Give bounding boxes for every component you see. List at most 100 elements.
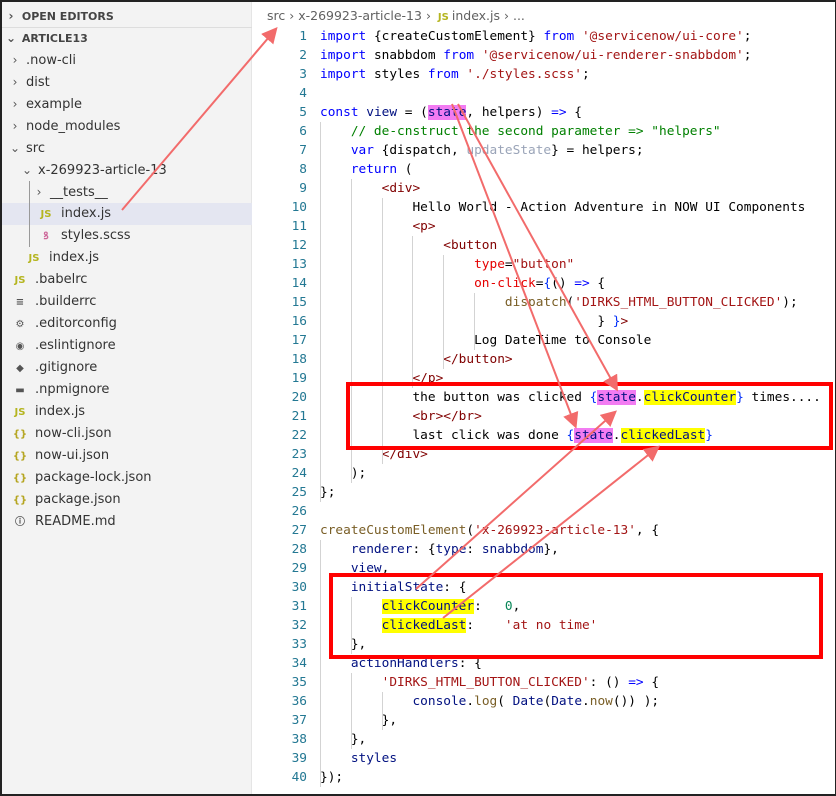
code-line[interactable]: actionHandlers: { [320,654,482,673]
sass-file-icon: ꝸ [43,231,49,242]
indent-guide [320,540,321,787]
tree-item[interactable]: ⚙ .editorconfig [0,313,252,335]
code-line[interactable]: </button> [320,350,512,369]
code-line[interactable]: const view = (state, helpers) => { [320,103,582,122]
code-token: : () [589,675,629,690]
code-token: clickCounter [381,599,475,614]
code-line[interactable]: 'DIRKS_HTML_BUTTON_CLICKED': () => { [320,673,659,692]
tree-item[interactable]: {} now-cli.json [0,423,252,445]
code-token: } [320,314,613,329]
tree-item[interactable]: › example [0,93,252,115]
code-token: log [474,694,498,709]
code-token: {dispatch, [381,143,467,158]
open-editors-section[interactable]: › OPEN EDITORS [0,5,252,27]
code-token: view [320,561,382,576]
project-root[interactable]: ⌄ ARTICLE13 [0,27,252,49]
code-line[interactable]: Log DateTime to Console [320,331,651,350]
code-token: var [320,143,382,158]
code-line[interactable]: view, [320,559,390,578]
code-token: => [628,675,652,690]
code-token: => [551,105,575,120]
line-number: 15 [291,295,307,310]
code-line[interactable]: return ( [320,160,413,179]
code-token: , { [635,523,660,538]
line-number: 26 [291,504,307,519]
code-line[interactable]: last click was done {state.clickedLast} [320,426,713,445]
code-line[interactable]: type="button" [320,255,574,274]
breadcrumb-folder[interactable]: x-269923-article-13 [298,8,422,23]
tree-item[interactable]: {} package-lock.json [0,467,252,489]
tree-item[interactable]: ⌄ src [0,137,252,159]
code-token: } [705,428,713,443]
code-line[interactable]: createCustomElement('x-269923-article-13… [320,521,659,540]
code-token: clickedLast [620,428,706,443]
code-line[interactable]: import {createCustomElement} from '@serv… [320,27,751,46]
tree-item[interactable]: › .now-cli [0,49,252,71]
code-line[interactable]: }; [320,483,335,502]
code-line[interactable]: </div> [320,445,428,464]
tree-item[interactable]: ◉ .eslintignore [0,335,252,357]
code-line[interactable]: <p> [320,217,436,236]
code-token: <p> [320,219,436,234]
code-line[interactable]: import styles from './styles.scss'; [320,65,590,84]
tree-item[interactable]: › dist [0,71,252,93]
tree-item[interactable]: JS .babelrc [0,269,252,291]
tree-item-label: .gitignore [35,360,98,375]
tree-item[interactable]: JS index.js [0,247,252,269]
indent-guide [381,692,383,730]
code-line[interactable]: }); [320,768,343,787]
code-token: const [320,105,367,120]
breadcrumb-src[interactable]: src [267,8,285,23]
code-token: ()) ); [612,694,660,709]
code-line[interactable]: dispatch('DIRKS_HTML_BUTTON_CLICKED'); [320,293,798,312]
tree-item[interactable]: JS index.js [0,203,252,225]
code-line[interactable]: <br></br> [320,407,481,426]
tree-item[interactable]: ⓘ README.md [0,511,252,533]
code-line[interactable]: }, [320,730,366,749]
tree-item-label: dist [26,75,50,90]
code-token: Hello World - Action Adventure in NOW UI… [320,200,806,215]
tree-item[interactable]: {} now-ui.json [0,445,252,467]
code-line[interactable]: styles [320,749,397,768]
tree-item[interactable]: JS index.js [0,401,252,423]
tree-item[interactable]: › __tests__ [0,181,252,203]
code-line[interactable]: ); [320,464,366,483]
tree-item[interactable]: ▬ .npmignore [0,379,252,401]
code-token: updateState [466,143,552,158]
code-line[interactable]: on-click={() => { [320,274,605,293]
tree-item-label: now-ui.json [35,448,110,463]
tree-item[interactable]: ⌄ x-269923-article-13 [0,159,252,181]
git-icon: ◆ [16,363,24,374]
code-line[interactable]: var {dispatch, updateState} = helpers; [320,141,644,160]
code-line[interactable]: <div> [320,179,421,198]
code-token: now [589,694,613,709]
code-line[interactable]: console.log( Date(Date.now()) ); [320,692,659,711]
js-file-icon: JS [14,275,26,286]
tree-item[interactable]: ≡ .builderrc [0,291,252,313]
code-line[interactable]: // de-cnstruct the second parameter => "… [320,122,721,141]
tree-item[interactable]: ◆ .gitignore [0,357,252,379]
code-line[interactable]: the button was clicked {state.clickCount… [320,388,821,407]
code-token: { [651,675,660,690]
code-line[interactable]: renderer: {type: snabbdom}, [320,540,559,559]
code-line[interactable]: }, [320,711,397,730]
tree-item[interactable]: {} package.json [0,489,252,511]
code-token: initialState [320,580,444,595]
code-line[interactable]: clickedLast: 'at no time' [320,616,597,635]
code-token: 'DIRKS_HTML_BUTTON_CLICKED' [320,675,590,690]
code-line[interactable]: import snabbdom from '@servicenow/ui-ren… [320,46,751,65]
code-line[interactable]: <button [320,236,497,255]
breadcrumb-symbol[interactable]: ... [513,8,525,23]
code-token: import [320,48,374,63]
code-token: ); [782,295,798,310]
info-icon: ⓘ [15,517,25,528]
code-line[interactable]: Hello World - Action Adventure in NOW UI… [320,198,805,217]
line-number: 11 [291,219,307,234]
tree-item[interactable]: ꝸ styles.scss [0,225,252,247]
tree-item[interactable]: › node_modules [0,115,252,137]
code-token: styles [373,67,428,82]
breadcrumb-file[interactable]: index.js [452,8,500,23]
code-line[interactable]: }, [320,635,366,654]
code-line[interactable]: initialState: { [320,578,467,597]
code-editor[interactable]: src › x-269923-article-13 › JS index.js ›… [253,0,836,796]
